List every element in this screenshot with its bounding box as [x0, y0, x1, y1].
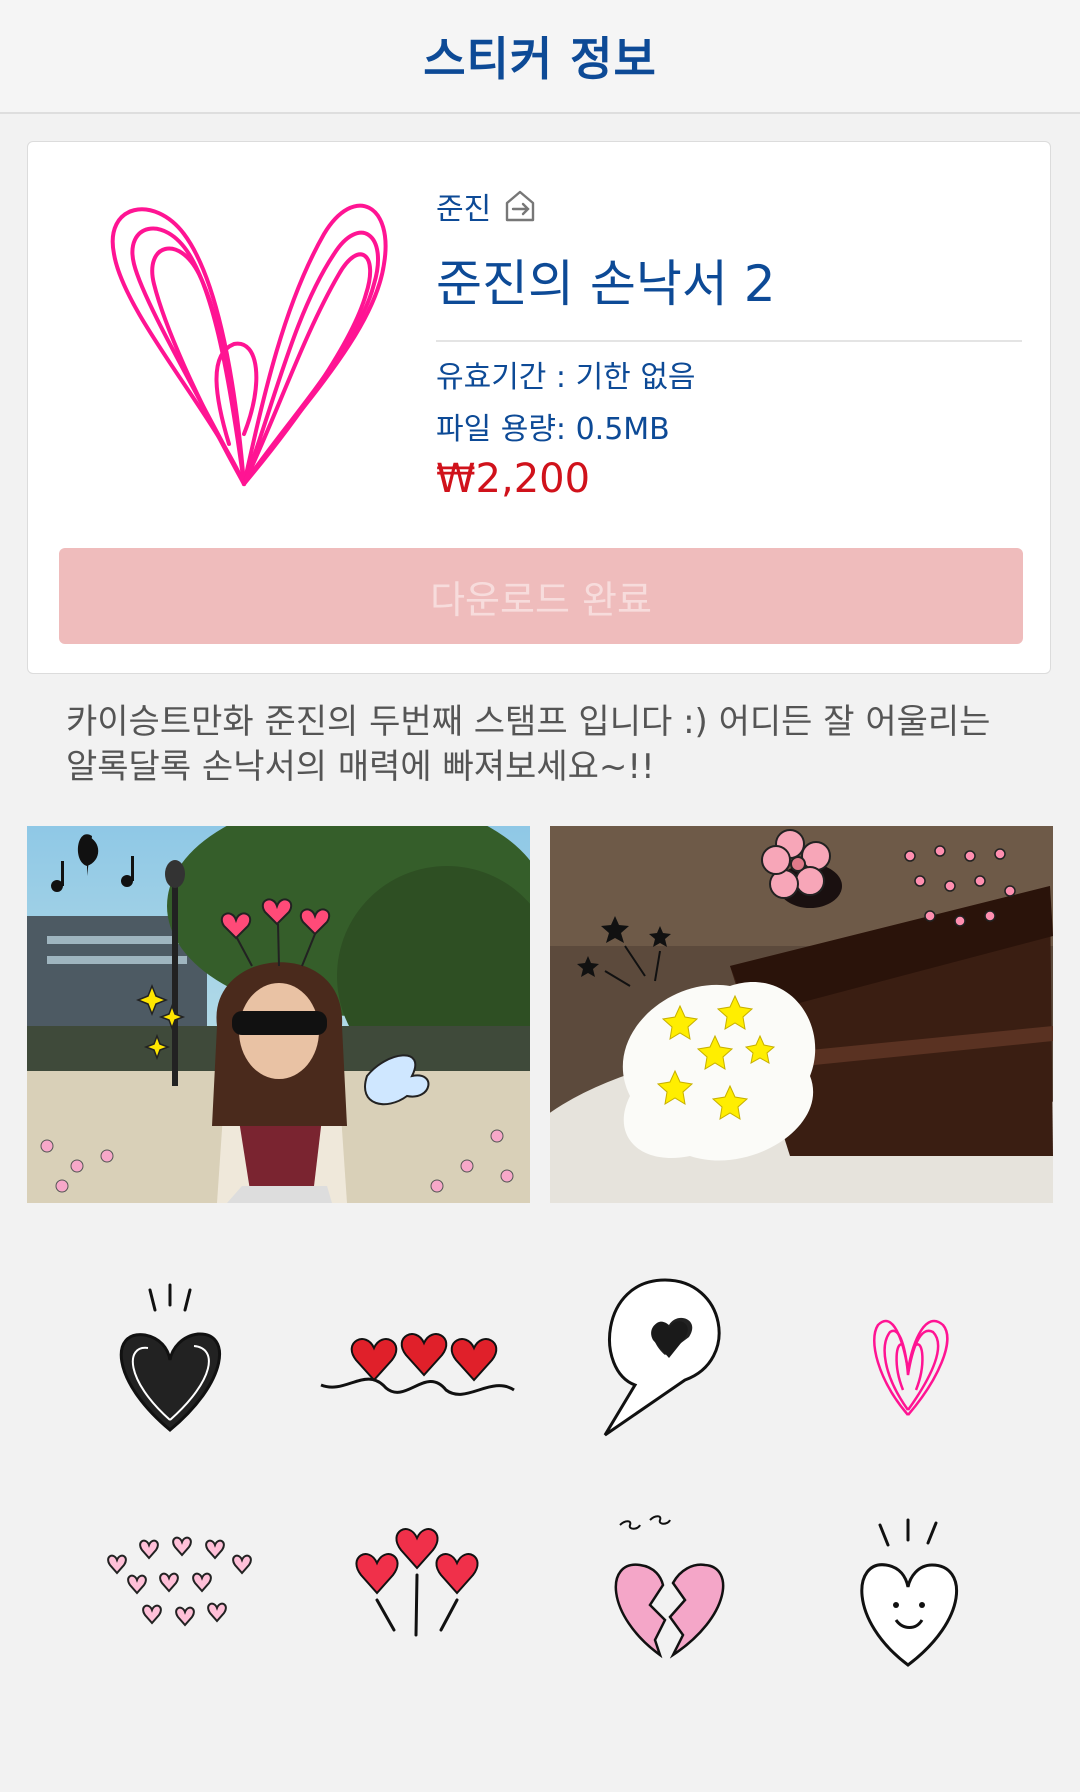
page-title: 스티커 정보 — [423, 32, 657, 86]
divider — [436, 340, 1022, 342]
file-size-text: 파일 용량: 0.5MB — [436, 412, 670, 447]
preview-photo-cake — [550, 826, 1053, 1203]
sticker-speech-bubble-heart[interactable] — [565, 1270, 765, 1450]
sticker-thumbnail — [94, 194, 414, 494]
sticker-pink-heart[interactable] — [808, 1270, 1008, 1450]
sticker-pink-hearts-cluster[interactable] — [70, 1505, 270, 1685]
download-complete-button[interactable]: 다운로드 완료 — [59, 548, 1023, 644]
sticker-smiling-heart[interactable] — [808, 1505, 1008, 1685]
author-name[interactable]: 준진 — [436, 184, 491, 228]
sticker-info-card: 준진 준진의 손낙서 2 유효기간 : 기한 없음 파일 용량: 0.5MB ₩… — [27, 141, 1051, 674]
sticker-heart-lollipops[interactable] — [316, 1505, 516, 1685]
sticker-description: 카이승트만화 준진의 두번째 스탬프 입니다 :) 어디든 잘 어울리는 알록달… — [66, 702, 991, 787]
price-text: ₩2,200 — [436, 456, 591, 502]
validity-text: 유효기간 : 기한 없음 — [436, 360, 696, 395]
sticker-black-heart[interactable] — [70, 1270, 270, 1450]
sticker-broken-heart[interactable] — [565, 1505, 765, 1685]
author-row[interactable]: 준진 — [436, 184, 539, 228]
top-bar: 스티커 정보 — [0, 0, 1080, 114]
sticker-pack-title: 준진의 손낙서 2 — [436, 255, 776, 313]
sticker-three-red-hearts[interactable] — [316, 1270, 516, 1450]
preview-photo-park — [27, 826, 530, 1203]
author-link-icon[interactable] — [501, 187, 539, 225]
